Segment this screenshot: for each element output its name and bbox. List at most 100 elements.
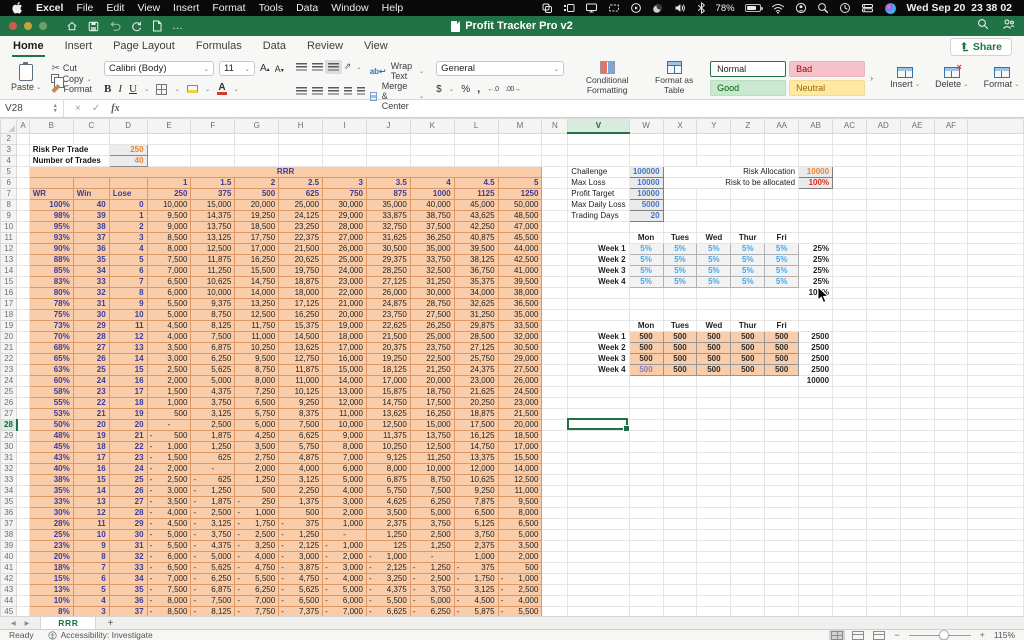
cell-W20[interactable]: 500	[629, 331, 663, 342]
cell-Y42[interactable]	[697, 573, 731, 584]
cell-I21[interactable]: 17,000	[323, 342, 367, 353]
cell-G9[interactable]: 19,250	[235, 210, 279, 221]
cell-Z29[interactable]	[731, 430, 765, 441]
cell-B22[interactable]: 65%	[29, 353, 73, 364]
cell-Z13[interactable]: 5%	[731, 254, 765, 265]
spotlight-icon[interactable]	[817, 2, 829, 14]
cell-AC12[interactable]	[833, 243, 867, 254]
cell-M25[interactable]: 24,500	[498, 386, 542, 397]
cell-F33[interactable]: 625	[191, 474, 235, 485]
cell-AD30[interactable]	[866, 441, 900, 452]
cell-H8[interactable]: 25,000	[279, 199, 323, 210]
cell-J28[interactable]: 12,500	[366, 419, 410, 430]
row-header-37[interactable]: 37	[1, 518, 17, 529]
cell-M14[interactable]: 41,000	[498, 265, 542, 276]
cell-K39[interactable]: 1,250	[410, 540, 454, 551]
cell-X20[interactable]: 500	[663, 331, 697, 342]
cell-F27[interactable]: 3,125	[191, 408, 235, 419]
cell-L27[interactable]: 18,875	[454, 408, 498, 419]
cell-Y24[interactable]	[697, 375, 731, 386]
cell-K16[interactable]: 30,000	[410, 287, 454, 298]
cell-N37[interactable]	[542, 518, 568, 529]
cell-AB15[interactable]: 25%	[799, 276, 833, 287]
increase-indent-icon[interactable]	[357, 87, 365, 95]
cell-AA23[interactable]: 500	[765, 364, 799, 375]
cell-M19[interactable]: 33,500	[498, 320, 542, 331]
cell-AF33[interactable]	[934, 474, 968, 485]
cell-K20[interactable]: 25,000	[410, 331, 454, 342]
cell-K9[interactable]: 38,750	[410, 210, 454, 221]
cell-AC6[interactable]	[833, 177, 867, 188]
cell-A17[interactable]	[17, 298, 29, 309]
cell-AD12[interactable]	[866, 243, 900, 254]
cell-E20[interactable]: 4,000	[147, 331, 191, 342]
cell-N20[interactable]	[542, 331, 568, 342]
cell-L43[interactable]: 3,125	[454, 584, 498, 595]
cell-A10[interactable]	[17, 221, 29, 232]
cell-N25[interactable]	[542, 386, 568, 397]
cell-N19[interactable]	[542, 320, 568, 331]
cell-F17[interactable]: 9,375	[191, 298, 235, 309]
cell-L17[interactable]: 32,625	[454, 298, 498, 309]
row-header-27[interactable]: 27	[1, 408, 17, 419]
cell-Z15[interactable]: 5%	[731, 276, 765, 287]
cell-Y38[interactable]	[697, 529, 731, 540]
cell-Z19[interactable]: Thur	[731, 320, 765, 331]
cell-I19[interactable]: 19,000	[323, 320, 367, 331]
cell-J29[interactable]: 11,375	[366, 430, 410, 441]
cell-AC32[interactable]	[833, 463, 867, 474]
cell-V34[interactable]	[568, 485, 629, 496]
row-header-4[interactable]: 4	[1, 155, 17, 166]
row-header-42[interactable]: 42	[1, 573, 17, 584]
cell-K8[interactable]: 40,000	[410, 199, 454, 210]
cell-N43[interactable]	[542, 584, 568, 595]
cell-Z36[interactable]	[731, 507, 765, 518]
cell-N10[interactable]	[542, 221, 568, 232]
sidecar-icon[interactable]	[608, 2, 620, 14]
cell-K34[interactable]: 7,500	[410, 485, 454, 496]
cell-M45[interactable]: 5,500	[498, 606, 542, 616]
cell-AF18[interactable]	[934, 309, 968, 320]
cell-AE17[interactable]	[900, 298, 934, 309]
cell-AA13[interactable]: 5%	[765, 254, 799, 265]
cell-D6[interactable]	[109, 177, 147, 188]
cell-N41[interactable]	[542, 562, 568, 573]
cell-AC17[interactable]	[833, 298, 867, 309]
cell-AB43[interactable]	[799, 584, 833, 595]
cell-V36[interactable]	[568, 507, 629, 518]
cell-A36[interactable]	[17, 507, 29, 518]
cell-AD10[interactable]	[866, 221, 900, 232]
cell-X41[interactable]	[663, 562, 697, 573]
cell-M23[interactable]: 27,500	[498, 364, 542, 375]
cell-K38[interactable]: 2,500	[410, 529, 454, 540]
cell-J32[interactable]: 8,000	[366, 463, 410, 474]
cell-L14[interactable]: 36,750	[454, 265, 498, 276]
paste-button[interactable]: Paste⌄	[6, 64, 46, 93]
cell-V3[interactable]	[568, 144, 629, 155]
cell-J20[interactable]: 21,500	[366, 331, 410, 342]
cell-AE5[interactable]	[900, 166, 934, 177]
cell-AB20[interactable]: 2500	[799, 331, 833, 342]
cell-E41[interactable]: 6,500	[147, 562, 191, 573]
ribbon-tab-review[interactable]: Review	[306, 37, 344, 57]
cell-N21[interactable]	[542, 342, 568, 353]
cell-I10[interactable]: 28,000	[323, 221, 367, 232]
cell-Z33[interactable]	[731, 474, 765, 485]
cell-I24[interactable]: 14,000	[323, 375, 367, 386]
cell-K26[interactable]: 17,500	[410, 397, 454, 408]
menu-item-insert[interactable]: Insert	[173, 2, 199, 14]
cell-AE10[interactable]	[900, 221, 934, 232]
row-header-9[interactable]: 9	[1, 210, 17, 221]
cell-G39[interactable]: 3,250	[235, 540, 279, 551]
cell-C40[interactable]: 8	[73, 551, 109, 562]
zoom-in-button[interactable]: +	[980, 630, 985, 640]
cell-M11[interactable]: 45,500	[498, 232, 542, 243]
cell-H22[interactable]: 12,750	[279, 353, 323, 364]
cell-E7[interactable]: 250	[147, 188, 191, 199]
cell-F22[interactable]: 6,250	[191, 353, 235, 364]
format-cells-button[interactable]: Format⌄	[979, 67, 1024, 90]
cell-X31[interactable]	[663, 452, 697, 463]
cell-AF27[interactable]	[934, 408, 968, 419]
cell-A33[interactable]	[17, 474, 29, 485]
cell-Y11[interactable]: Wed	[697, 232, 731, 243]
